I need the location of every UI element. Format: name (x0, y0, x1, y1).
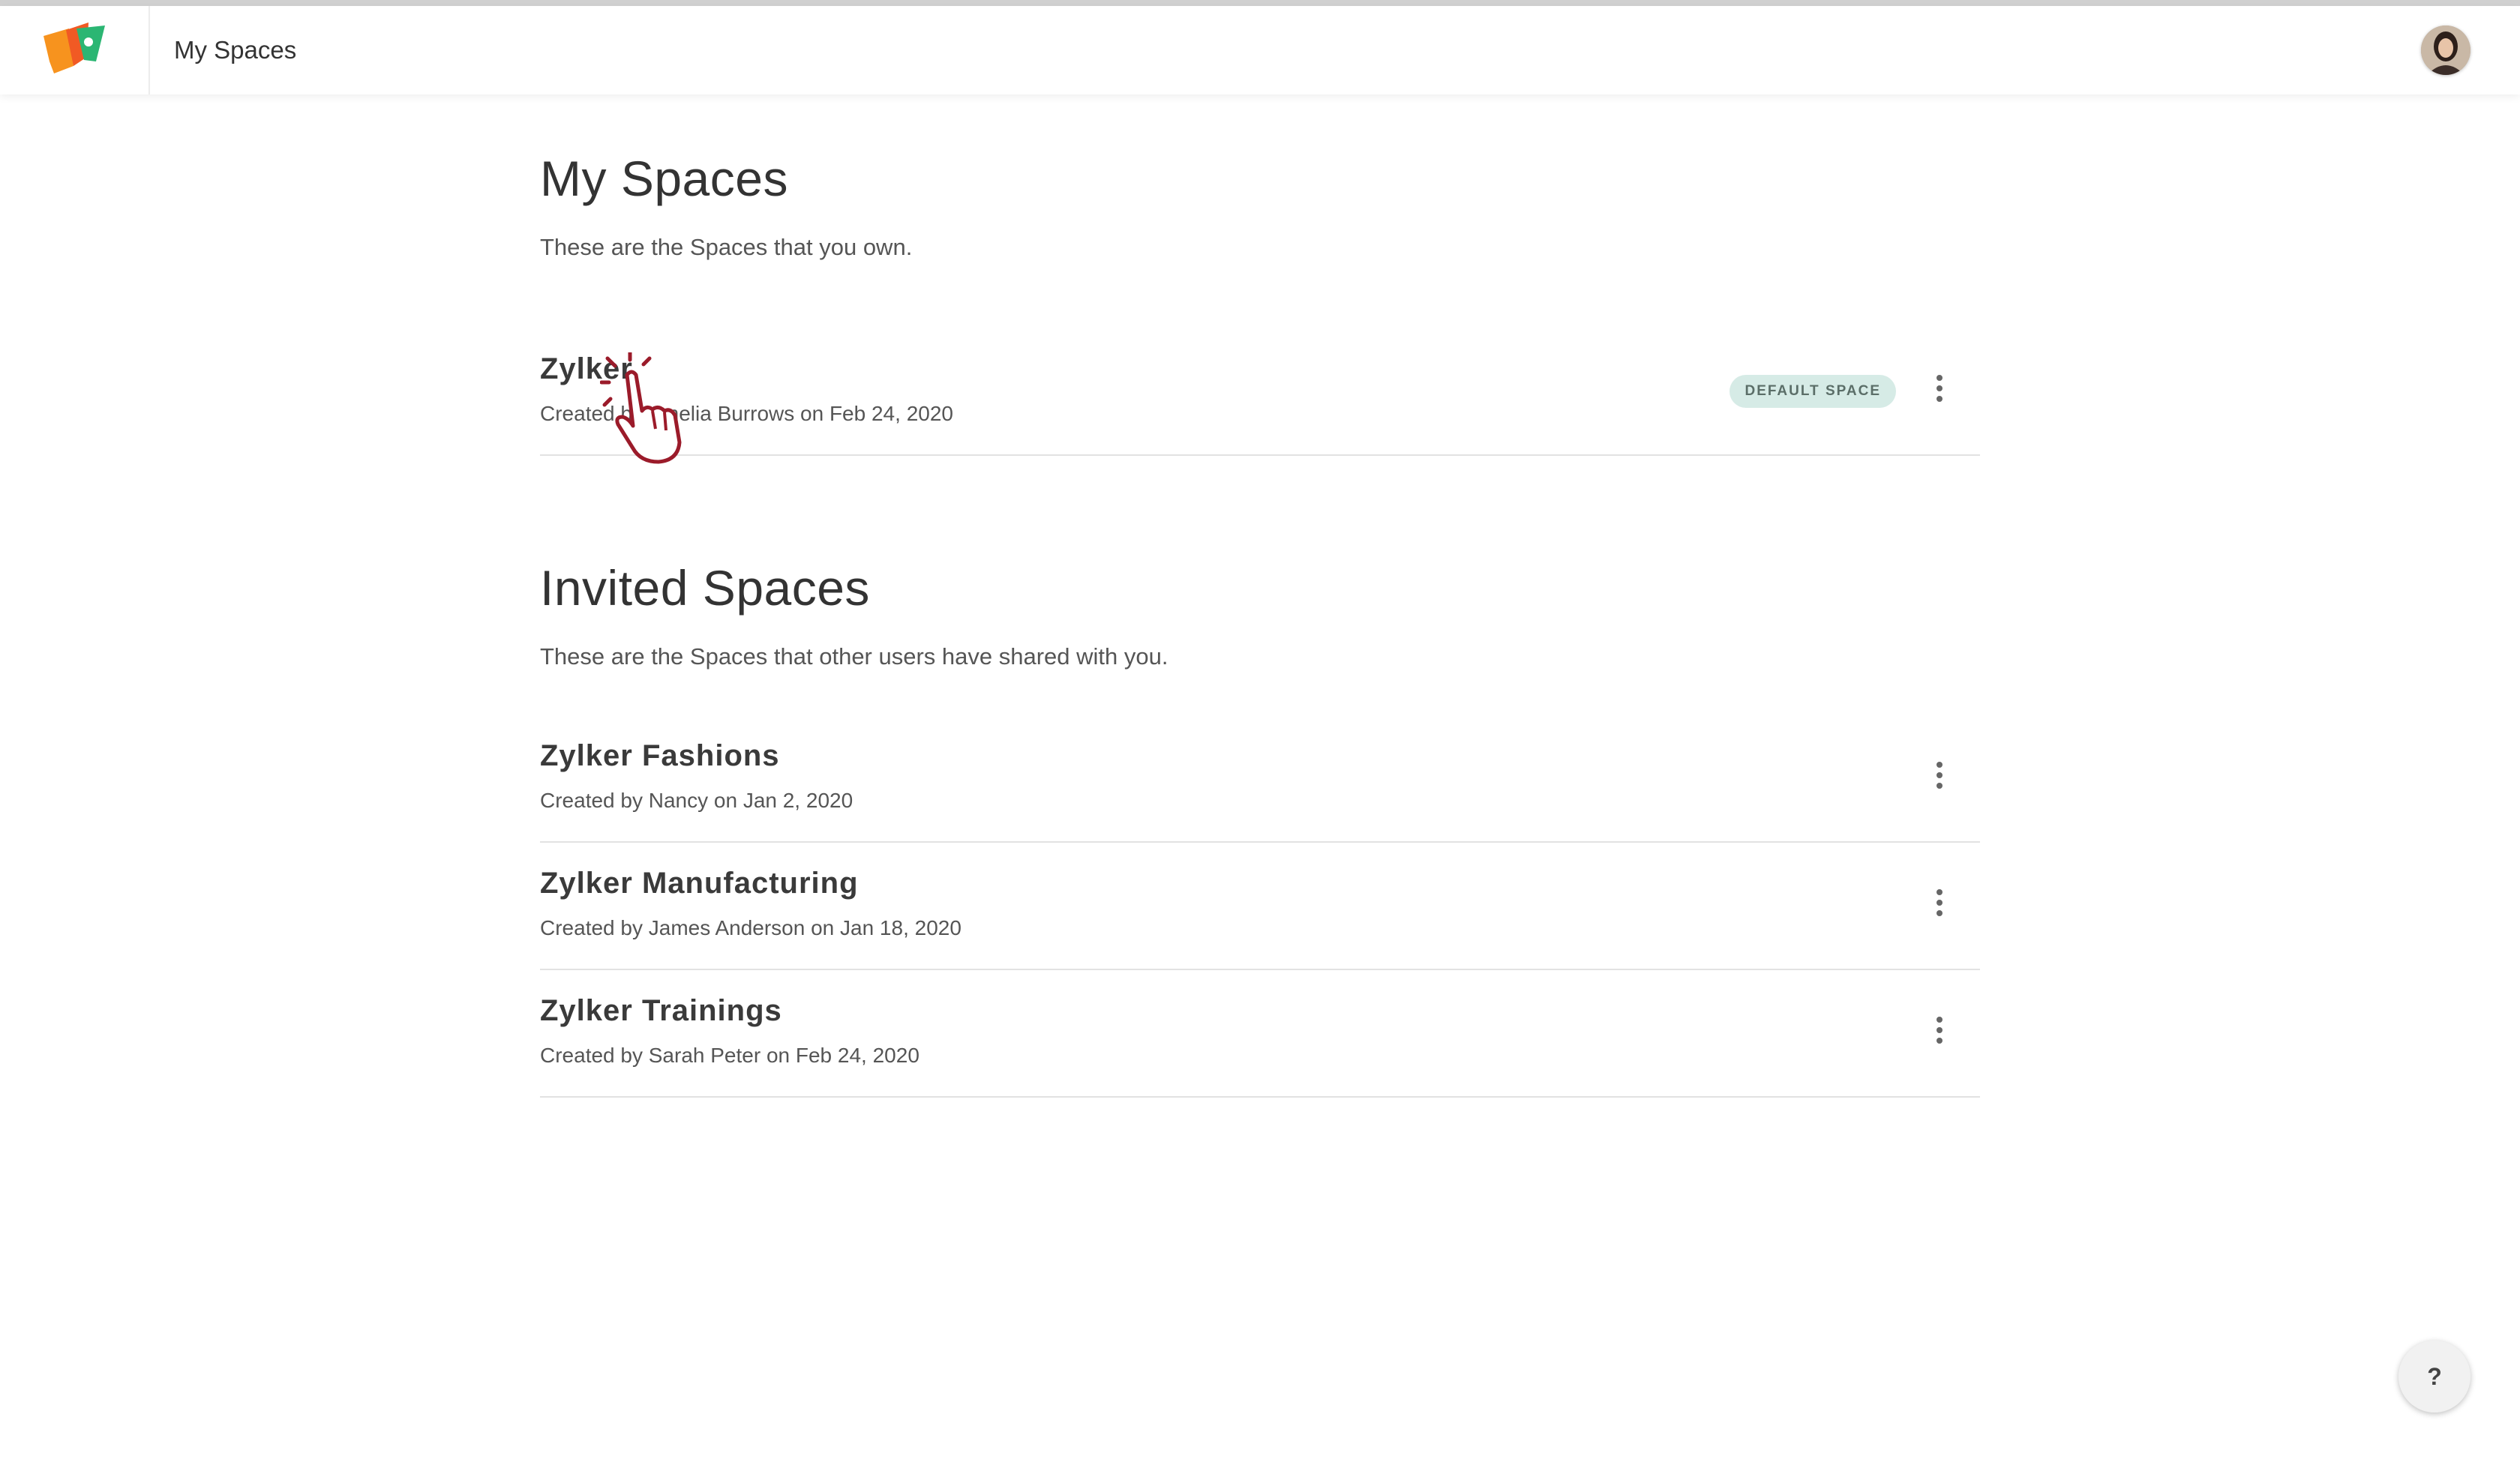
space-row-zylker[interactable]: Zylker Created by Amelia Burrows on Feb … (540, 328, 1980, 456)
main-content: My Spaces These are the Spaces that you … (540, 150, 1980, 1098)
header-title: My Spaces (174, 36, 297, 64)
space-meta: Created by Sarah Peter on Feb 24, 2020 (540, 1044, 920, 1067)
space-row-zylker-fashions[interactable]: Zylker Fashions Created by Nancy on Jan … (540, 715, 1980, 843)
more-vertical-icon[interactable] (1934, 1012, 1946, 1054)
space-meta: Created by James Anderson on Jan 18, 202… (540, 916, 962, 939)
space-meta: Created by Nancy on Jan 2, 2020 (540, 789, 854, 812)
my-spaces-title: My Spaces (540, 151, 788, 206)
user-avatar[interactable] (2421, 25, 2470, 75)
app-header: My Spaces (0, 6, 2520, 94)
invited-spaces-title: Invited Spaces (540, 560, 870, 616)
space-name[interactable]: Zylker Manufacturing (540, 867, 859, 900)
my-spaces-subtitle: These are the Spaces that you own. (540, 234, 913, 260)
invited-spaces-section: Invited Spaces These are the Spaces that… (540, 559, 1980, 670)
space-row-zylker-trainings[interactable]: Zylker Trainings Created by Sarah Peter … (540, 970, 1980, 1098)
more-vertical-icon[interactable] (1934, 370, 1946, 412)
app-logo-icon[interactable] (44, 22, 106, 78)
space-name[interactable]: Zylker Fashions (540, 739, 780, 773)
help-button[interactable]: ? (2398, 1341, 2470, 1413)
space-row-zylker-manufacturing[interactable]: Zylker Manufacturing Created by James An… (540, 843, 1980, 970)
hand-pointer-cursor-icon (600, 352, 682, 464)
logo-container[interactable] (0, 6, 150, 94)
default-space-badge: DEFAULT SPACE (1730, 375, 1896, 408)
invited-spaces-list: Zylker Fashions Created by Nancy on Jan … (540, 715, 1980, 1098)
top-border (0, 0, 2520, 6)
more-vertical-icon[interactable] (1934, 757, 1946, 799)
space-name[interactable]: Zylker Trainings (540, 994, 782, 1028)
my-spaces-list: Zylker Created by Amelia Burrows on Feb … (540, 328, 1980, 456)
avatar-icon (2421, 25, 2470, 75)
invited-spaces-subtitle: These are the Spaces that other users ha… (540, 643, 1168, 670)
more-vertical-icon[interactable] (1934, 885, 1946, 927)
